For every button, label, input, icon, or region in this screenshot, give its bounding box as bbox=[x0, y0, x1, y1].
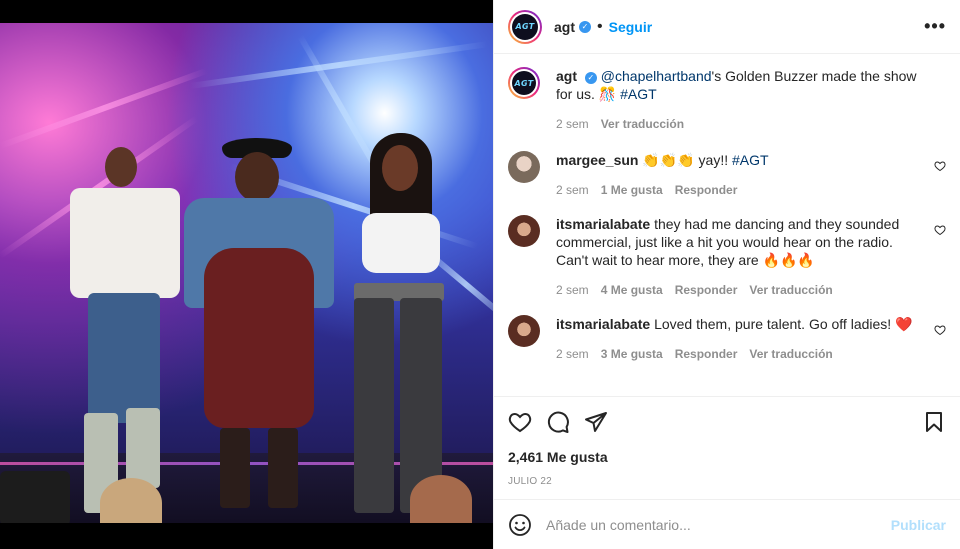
action-icons bbox=[508, 409, 946, 435]
caption-mention[interactable]: @chapelhartband bbox=[601, 68, 712, 84]
comment-text: itsmarialabate Loved them, pure talent. … bbox=[556, 315, 916, 333]
stage-light-ray bbox=[0, 67, 208, 149]
post-actions: 2,461 Me gusta JULIO 22 bbox=[494, 396, 960, 487]
comment-translate-link[interactable]: Ver traducción bbox=[749, 347, 832, 361]
emoji-icon[interactable] bbox=[508, 513, 532, 537]
comment-meta: 2 sem 1 Me gusta Responder bbox=[556, 183, 916, 197]
separator-dot: • bbox=[597, 17, 603, 35]
verified-badge-icon: ✓ bbox=[579, 20, 591, 33]
performer-center bbox=[180, 138, 340, 523]
stage-star-ray bbox=[189, 41, 488, 89]
comment-body: 👏👏👏 yay!! bbox=[642, 152, 733, 168]
comment-item: itsmarialabate they had me dancing and t… bbox=[508, 215, 946, 297]
publish-button[interactable]: Publicar bbox=[891, 517, 946, 533]
comment-username[interactable]: margee_sun bbox=[556, 152, 638, 168]
caption-time[interactable]: 2 sem bbox=[556, 117, 589, 131]
author-avatar[interactable]: AGT bbox=[508, 9, 542, 44]
comment-hashtag[interactable]: #AGT bbox=[732, 152, 769, 168]
comment-time[interactable]: 2 sem bbox=[556, 183, 589, 197]
follow-button[interactable]: Seguir bbox=[609, 19, 653, 35]
post-photo[interactable] bbox=[0, 23, 493, 523]
post-side-panel: AGT agt ✓ • Seguir ••• AGT agt ✓ @chapel… bbox=[493, 0, 960, 549]
comment-item: margee_sun 👏👏👏 yay!! #AGT 2 sem 1 Me gus… bbox=[508, 151, 946, 197]
author-username[interactable]: agt bbox=[554, 19, 575, 35]
comment-text: margee_sun 👏👏👏 yay!! #AGT bbox=[556, 151, 916, 169]
caption-translate-link[interactable]: Ver traducción bbox=[601, 117, 684, 131]
comment-reply-button[interactable]: Responder bbox=[675, 347, 738, 361]
comment-reply-button[interactable]: Responder bbox=[675, 283, 738, 297]
comment-body: Loved them, pure talent. Go off ladies! … bbox=[654, 316, 913, 332]
caption-author-avatar[interactable]: AGT bbox=[508, 67, 540, 99]
post-header: AGT agt ✓ • Seguir ••• bbox=[494, 0, 960, 54]
more-options-icon[interactable]: ••• bbox=[924, 16, 946, 37]
comment-input[interactable] bbox=[546, 516, 891, 533]
comment-time[interactable]: 2 sem bbox=[556, 347, 589, 361]
comment-reply-button[interactable]: Responder bbox=[675, 183, 738, 197]
comment-meta: 2 sem 4 Me gusta Responder Ver traducció… bbox=[556, 283, 916, 297]
post-date[interactable]: JULIO 22 bbox=[508, 476, 946, 487]
caption-username[interactable]: agt bbox=[556, 68, 577, 84]
post-caption: AGT agt ✓ @chapelhartband's Golden Buzze… bbox=[508, 67, 946, 131]
comment-text: itsmarialabate they had me dancing and t… bbox=[556, 215, 916, 269]
comment-like-heart-icon[interactable] bbox=[934, 160, 946, 172]
likes-count[interactable]: 2,461 Me gusta bbox=[508, 449, 946, 465]
instagram-post-modal: AGT agt ✓ • Seguir ••• AGT agt ✓ @chapel… bbox=[0, 0, 960, 549]
comment-meta: 2 sem 3 Me gusta Responder Ver traducció… bbox=[556, 347, 916, 361]
comments-list[interactable]: AGT agt ✓ @chapelhartband's Golden Buzze… bbox=[494, 55, 960, 395]
audience-head bbox=[100, 478, 162, 523]
commenter-avatar[interactable] bbox=[508, 151, 540, 183]
comment-like-heart-icon[interactable] bbox=[934, 224, 946, 236]
comment-username[interactable]: itsmarialabate bbox=[556, 216, 650, 232]
verified-badge-icon: ✓ bbox=[584, 72, 597, 84]
caption-emoji: 🎊 bbox=[598, 86, 617, 102]
caption-meta: 2 sem Ver traducción bbox=[556, 117, 936, 131]
post-media[interactable] bbox=[0, 0, 493, 549]
comment-likes[interactable]: 4 Me gusta bbox=[601, 283, 663, 297]
audience-head bbox=[410, 475, 472, 523]
caption-text: agt ✓ @chapelhartband's Golden Buzzer ma… bbox=[556, 67, 936, 103]
bookmark-icon[interactable] bbox=[922, 410, 946, 434]
stage-monitor bbox=[0, 471, 70, 523]
share-icon[interactable] bbox=[584, 410, 608, 434]
comment-likes[interactable]: 1 Me gusta bbox=[601, 183, 663, 197]
commenter-avatar[interactable] bbox=[508, 215, 540, 247]
comment-translate-link[interactable]: Ver traducción bbox=[749, 283, 832, 297]
comment-icon[interactable] bbox=[546, 410, 570, 434]
agt-logo: AGT bbox=[512, 13, 538, 40]
comment-time[interactable]: 2 sem bbox=[556, 283, 589, 297]
agt-logo: AGT bbox=[512, 71, 536, 95]
performer-right bbox=[340, 133, 460, 523]
add-comment-bar: Publicar bbox=[494, 499, 960, 549]
performer-left bbox=[60, 143, 190, 523]
comment-like-heart-icon[interactable] bbox=[934, 324, 946, 336]
comment-item: itsmarialabate Loved them, pure talent. … bbox=[508, 315, 946, 361]
comment-username[interactable]: itsmarialabate bbox=[556, 316, 650, 332]
commenter-avatar[interactable] bbox=[508, 315, 540, 347]
comment-likes[interactable]: 3 Me gusta bbox=[601, 347, 663, 361]
heart-icon[interactable] bbox=[508, 410, 532, 434]
caption-hashtag[interactable]: #AGT bbox=[620, 86, 657, 102]
